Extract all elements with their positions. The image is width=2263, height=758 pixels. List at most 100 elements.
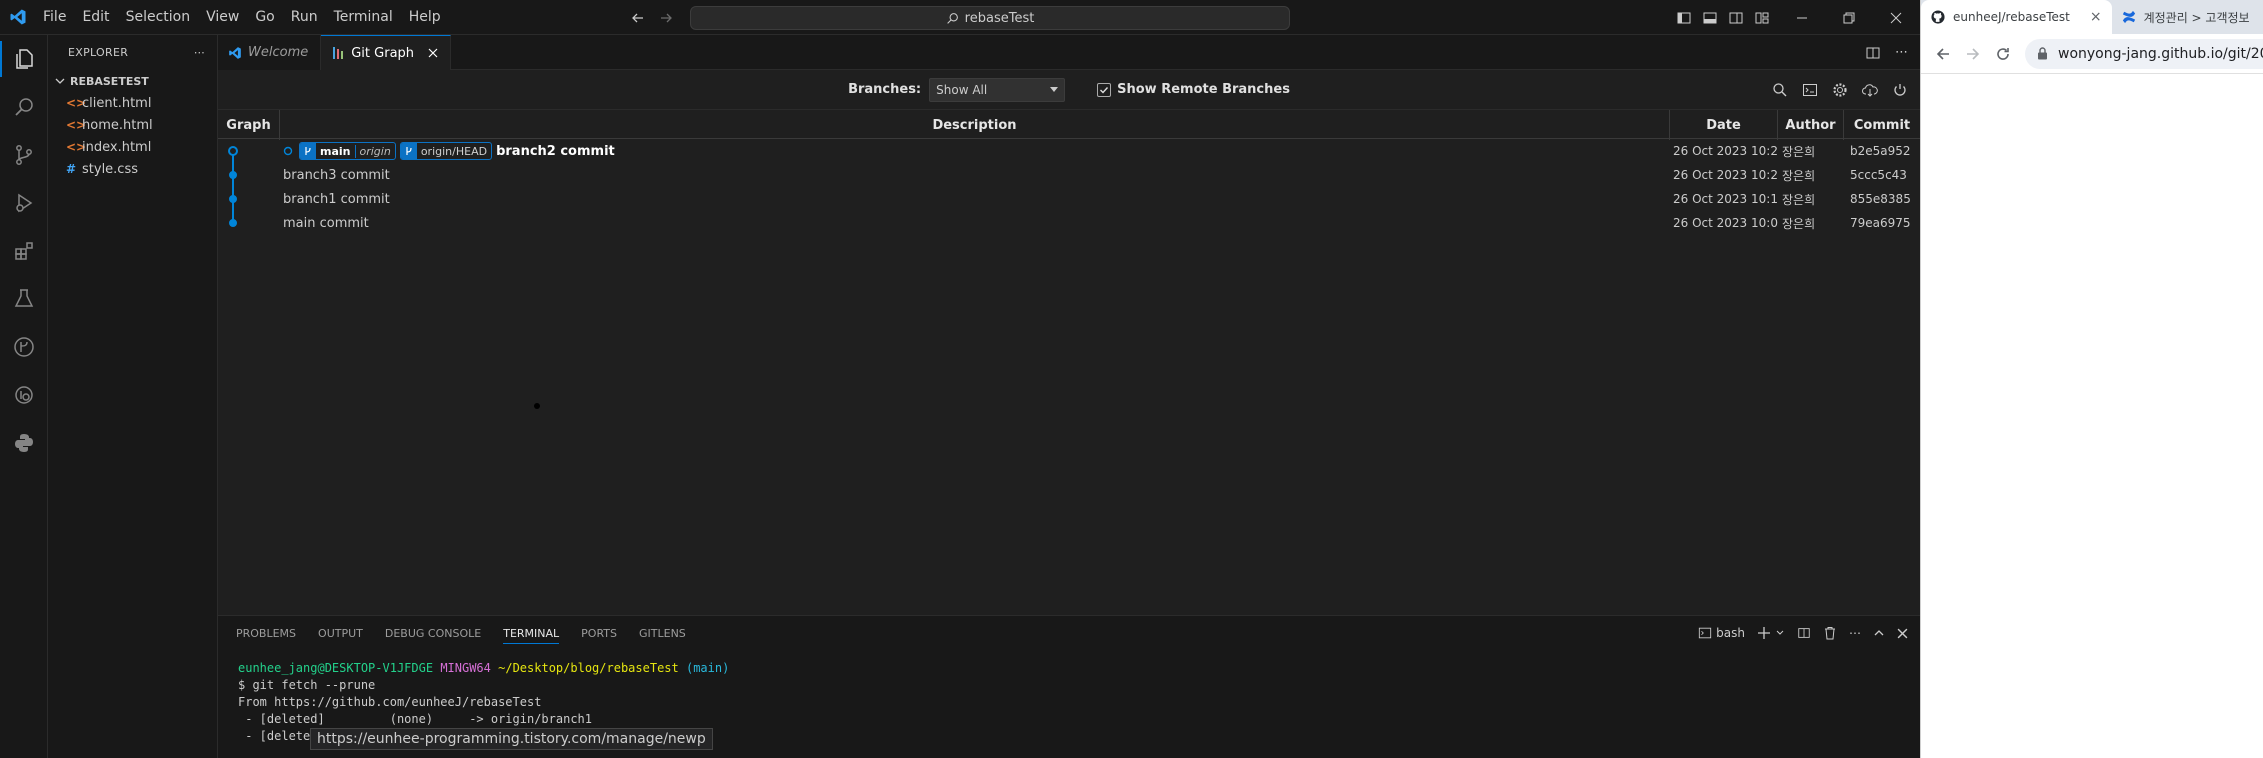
close-tab-icon[interactable] xyxy=(428,48,438,58)
file-label: style.css xyxy=(82,161,138,177)
menu-edit[interactable]: Edit xyxy=(74,0,117,35)
remote-explorer-icon[interactable] xyxy=(0,371,48,419)
menu-terminal[interactable]: Terminal xyxy=(326,0,401,35)
menu-view[interactable]: View xyxy=(198,0,247,35)
description-cell: branch3 commit xyxy=(280,163,1670,187)
checkbox-checked-icon[interactable] xyxy=(1097,82,1112,97)
chevron-down-icon xyxy=(54,75,66,87)
extensions-icon[interactable] xyxy=(0,227,48,275)
toggle-secondary-sidebar-icon[interactable] xyxy=(1728,10,1744,26)
commit-row[interactable]: branch3 commit 26 Oct 2023 10:27 장은희 5cc… xyxy=(218,163,1920,187)
close-panel-icon[interactable] xyxy=(1897,628,1908,639)
layout-controls xyxy=(1676,0,1770,35)
restore-icon[interactable] xyxy=(1825,0,1872,35)
file-item-style-css[interactable]: # style.css xyxy=(48,158,217,180)
column-header-commit[interactable]: Commit xyxy=(1844,110,1920,140)
panel-tab-ports[interactable]: PORTS xyxy=(581,627,617,640)
html-icon: <> xyxy=(66,96,87,110)
file-label: client.html xyxy=(82,95,152,111)
panel-tab-output[interactable]: OUTPUT xyxy=(318,627,363,640)
settings-gear-icon[interactable] xyxy=(1832,82,1848,98)
toggle-panel-icon[interactable] xyxy=(1702,10,1718,26)
refresh-icon[interactable] xyxy=(1892,82,1908,98)
ref-badge-origin-head[interactable]: origin/HEAD xyxy=(399,142,493,160)
reload-icon[interactable] xyxy=(1995,46,2011,62)
git-graph-icon[interactable] xyxy=(0,323,48,371)
close-icon[interactable] xyxy=(1872,0,1919,35)
file-item-home-html[interactable]: <> home.html xyxy=(48,114,217,136)
terminal-shell-name[interactable]: bash xyxy=(1716,626,1745,640)
description-cell: main commit xyxy=(280,211,1670,235)
menu-selection[interactable]: Selection xyxy=(118,0,199,35)
search-icon xyxy=(946,12,959,25)
close-tab-icon[interactable]: × xyxy=(2090,9,2102,25)
search-activity-icon[interactable] xyxy=(0,83,48,131)
description-cell: branch1 commit xyxy=(280,187,1670,211)
run-debug-icon[interactable] xyxy=(0,179,48,227)
find-icon[interactable] xyxy=(1772,82,1788,98)
more-actions-icon[interactable]: ⋯ xyxy=(194,46,205,59)
column-header-author[interactable]: Author xyxy=(1778,110,1844,140)
python-icon[interactable] xyxy=(0,419,48,467)
panel-tab-problems[interactable]: PROBLEMS xyxy=(236,627,296,640)
new-terminal-plus-icon[interactable] xyxy=(1757,626,1771,640)
column-header-date[interactable]: Date xyxy=(1670,110,1778,140)
explorer-sidebar: EXPLORER ⋯ REBASETEST <> client.html <> … xyxy=(48,35,218,758)
split-editor-icon[interactable] xyxy=(1865,45,1881,61)
file-item-client-html[interactable]: <> client.html xyxy=(48,92,217,114)
column-header-graph[interactable]: Graph xyxy=(218,110,280,140)
menu-go[interactable]: Go xyxy=(247,0,282,35)
trash-icon[interactable] xyxy=(1823,626,1837,640)
forward-arrow-icon[interactable] xyxy=(1965,46,1981,62)
back-arrow-icon[interactable] xyxy=(1935,46,1951,62)
file-label: home.html xyxy=(82,117,153,133)
source-control-icon[interactable] xyxy=(0,131,48,179)
minimize-icon[interactable] xyxy=(1778,0,1825,35)
toggle-sidebar-icon[interactable] xyxy=(1676,10,1692,26)
address-bar[interactable]: wonyong-jang.github.io/git/202 xyxy=(2025,38,2263,69)
command-center[interactable]: rebaseTest xyxy=(690,6,1290,30)
testing-flask-icon[interactable] xyxy=(0,275,48,323)
more-actions-icon[interactable]: ⋯ xyxy=(1895,45,1908,60)
lock-icon[interactable] xyxy=(2037,47,2048,60)
folder-rebasetest[interactable]: REBASETEST xyxy=(48,70,217,92)
tab-welcome[interactable]: Welcome xyxy=(218,35,322,70)
commit-node[interactable] xyxy=(228,146,238,156)
panel-tab-terminal[interactable]: TERMINAL xyxy=(503,627,560,644)
head-marker-icon xyxy=(283,146,293,156)
tab-git-graph[interactable]: Git Graph xyxy=(321,35,452,70)
menu-help[interactable]: Help xyxy=(401,0,449,35)
browser-tab-account[interactable]: 계정관리 > 고객정보 xyxy=(2112,0,2260,34)
dropdown-arrow-icon xyxy=(1050,86,1059,93)
menu-run[interactable]: Run xyxy=(283,0,326,35)
chevron-up-icon[interactable] xyxy=(1873,627,1885,639)
file-item-index-html[interactable]: <> index.html xyxy=(48,136,217,158)
ref-badge-main[interactable]: main origin xyxy=(299,142,396,160)
terminal-icon[interactable] xyxy=(1802,82,1818,98)
commit-row[interactable]: main commit 26 Oct 2023 10:09 장은희 79ea69… xyxy=(218,211,1920,235)
branches-dropdown[interactable]: Show All xyxy=(929,77,1066,102)
split-terminal-icon[interactable] xyxy=(1797,626,1811,640)
more-actions-icon[interactable]: ⋯ xyxy=(1849,626,1861,640)
explorer-icon[interactable] xyxy=(0,35,48,83)
menu-file[interactable]: File xyxy=(35,0,74,35)
panel-tab-gitlens[interactable]: GITLENS xyxy=(639,627,686,640)
panel-tab-debug-console[interactable]: DEBUG CONSOLE xyxy=(385,627,481,640)
fetch-cloud-icon[interactable] xyxy=(1862,82,1878,98)
commit-node[interactable] xyxy=(229,171,237,179)
back-arrow-icon[interactable] xyxy=(630,10,646,26)
customize-layout-icon[interactable] xyxy=(1754,10,1770,26)
column-header-description[interactable]: Description xyxy=(280,110,1670,140)
commit-row[interactable]: branch1 commit 26 Oct 2023 10:11 장은희 855… xyxy=(218,187,1920,211)
commit-row[interactable]: main origin origin/HEAD branch2 commit 2… xyxy=(218,139,1920,163)
show-remote-branches-toggle[interactable]: Show Remote Branches xyxy=(1097,82,1290,97)
browser-tab-github[interactable]: eunheeJ/rebaseTest × xyxy=(1921,0,2112,34)
forward-arrow-icon[interactable] xyxy=(658,10,674,26)
prompt-user: eunhee_jang@DESKTOP-V1JFDGE xyxy=(238,661,434,675)
commit-date: 26 Oct 2023 10:27 xyxy=(1673,168,1778,182)
commit-node[interactable] xyxy=(229,219,237,227)
commit-node[interactable] xyxy=(229,195,237,203)
prompt-env: MINGW64 xyxy=(440,661,491,675)
chevron-down-icon[interactable] xyxy=(1775,628,1785,638)
menu-bar: File Edit Selection View Go Run Terminal… xyxy=(35,0,449,35)
